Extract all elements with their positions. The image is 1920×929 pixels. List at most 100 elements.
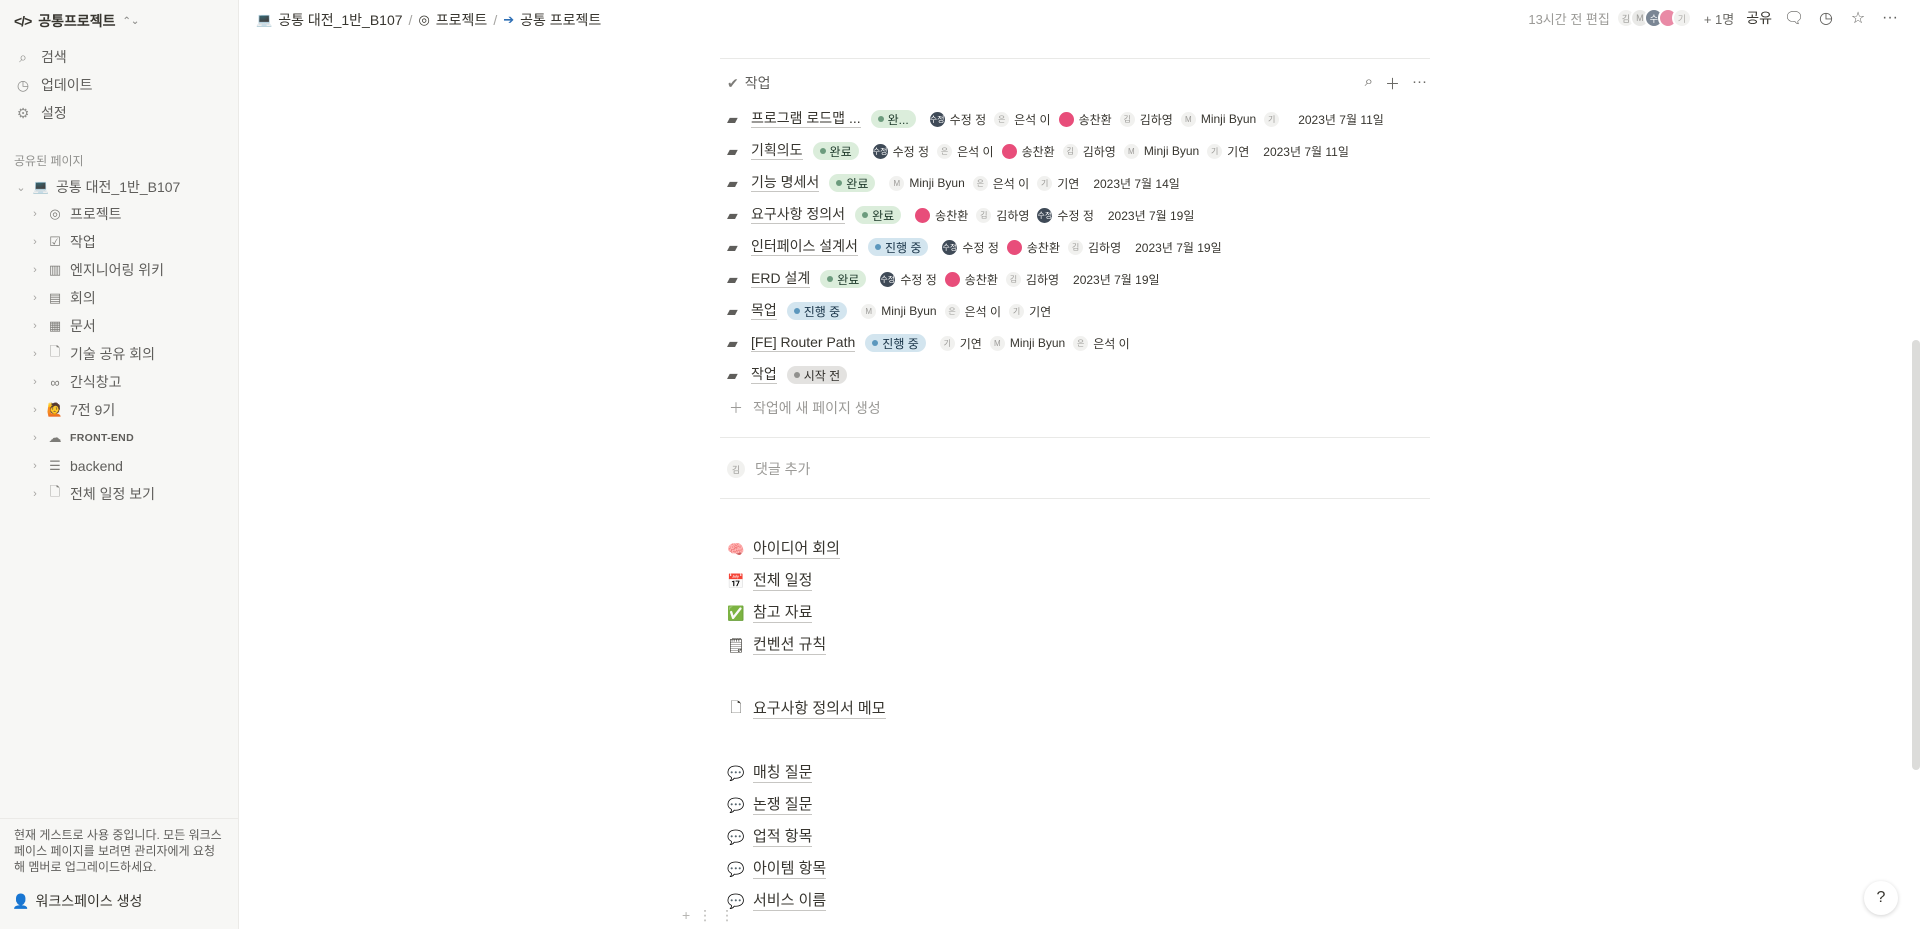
due-date: 2023년 7월 19일 [1107,208,1195,223]
linked-page[interactable]: 💬 업적 항목 [727,825,813,849]
nav-search[interactable]: ⌕ 검색 [15,46,67,68]
linked-page[interactable]: 📅 전체 일정 [727,569,813,593]
table-row[interactable]: ▰ 기능 명세서 완료 M Minji Byun 은 은석 이 기 기연 2023년 7월 14일 [727,171,1180,195]
assignee-name: Minji Byun [1009,336,1066,350]
history-icon[interactable]: ◷ [1816,8,1836,28]
chevron-right-icon[interactable]: › [28,320,42,332]
status-dot [827,276,834,282]
linked-page[interactable]: 🗋 요구사항 정의서 메모 [727,697,886,721]
due-date: 2023년 7월 19일 [1135,240,1222,255]
help-button[interactable]: ? [1864,881,1898,915]
sidebar-item-7-9[interactable]: › 🙋 7전 9기 [28,399,115,421]
chevron-down-icon[interactable]: ⌄ [14,181,28,194]
chevron-right-icon[interactable]: › [28,460,42,472]
drag-handle-icon[interactable]: +⋮⋮ [682,907,742,924]
linked-page[interactable]: 💬 매칭 질문 [727,761,813,785]
sidebar-footer: 현재 게스트로 사용 중입니다. 모든 워크스페이스 페이지를 보려면 관리자에… [0,818,239,929]
nav-settings[interactable]: ⚙ 설정 [15,102,67,124]
linked-page-title[interactable]: 아이템 항목 [753,860,827,879]
share-button[interactable]: 공유 [1746,8,1772,28]
linked-page-title[interactable]: 아이디어 회의 [753,540,840,559]
task-title[interactable]: 프로그램 로드맵 ... [751,110,861,128]
nav-updates[interactable]: ◷ 업데이트 [15,74,93,96]
linked-page-title[interactable]: 전체 일정 [753,572,813,591]
linked-page[interactable]: 💬 아이템 항목 [727,857,827,881]
linked-page-title[interactable]: 업적 항목 [753,828,813,847]
task-title[interactable]: ERD 설계 [751,270,811,288]
table-row[interactable]: ▰ 인터페이스 설계서 진행 중 수정 수정 정 송찬환 김 김하영 2023년 7월 19일 [727,235,1222,259]
table-row[interactable]: ▰ [FE] Router Path 진행 중 기 기연 M Minji Byun 은 은석 이 [727,331,1144,355]
search-icon[interactable]: ⌕ [1365,73,1373,94]
table-row[interactable]: ▰ 기획의도 완료 수정 수정 정 은 은석 이 송찬환 김 김하영 M Minji Byun 기 기연 2… [727,139,1349,163]
linked-page[interactable]: ✅ 참고 자료 [727,601,813,625]
chevron-right-icon[interactable]: › [28,404,42,416]
avatar: 김 [1005,271,1021,287]
linked-page[interactable]: 🗒 컨벤션 규칙 [727,633,827,657]
collaborator-avatars[interactable]: 김 M 수 기 [1615,8,1692,28]
linked-page-title[interactable]: 논쟁 질문 [753,796,813,815]
new-task-page-button[interactable]: ＋ 작업에 새 페이지 생성 [729,398,881,418]
sidebar-item-meeting[interactable]: › ▤ 회의 [28,287,96,309]
more-icon[interactable]: ··· [1412,73,1427,94]
comment-input[interactable]: 김 댓글 추가 [727,459,810,479]
speech-bubble-icon: 💬 [727,764,745,781]
clock-icon: ◷ [16,76,30,93]
table-row[interactable]: ▰ 목업 진행 중 M Minji Byun 은 은석 이 기 기연 [727,299,1065,323]
sidebar-item-frontend[interactable]: › ☁ FRONT-END [28,427,134,449]
sidebar-item-docs[interactable]: › ▦ 문서 [28,315,96,337]
linked-page-title[interactable]: 참고 자료 [753,604,813,623]
linked-page[interactable]: 🧠 아이디어 회의 [727,537,840,561]
linked-page[interactable]: 💬 논쟁 질문 [727,793,813,817]
linked-page-title[interactable]: 컨벤션 규칙 [753,636,827,655]
sidebar-item-schedule[interactable]: › 🗋 전체 일정 보기 [28,483,155,505]
linked-page-title[interactable]: 요구사항 정의서 메모 [753,700,886,719]
assignee-name: 김하영 [1025,272,1060,287]
plus-icon: ＋ [729,400,743,416]
table-row[interactable]: ▰ ERD 설계 완료 수정 수정 정 송찬환 김 김하영 2023년 7월 19일 [727,267,1160,291]
linked-page-title[interactable]: 매칭 질문 [753,764,813,783]
chevron-right-icon[interactable]: › [28,208,42,220]
chevron-right-icon[interactable]: › [28,236,42,248]
sidebar-item-snacks[interactable]: › ∞ 간식창고 [28,371,121,393]
status-badge: 시작 전 [786,366,848,384]
task-title[interactable]: 작업 [751,366,777,384]
chevron-right-icon[interactable]: › [28,292,42,304]
create-workspace-button[interactable]: 👤 워크스페이스 생성 [12,891,142,911]
chevron-right-icon[interactable]: › [28,376,42,388]
chevron-right-icon[interactable]: › [28,348,42,360]
sidebar-item-backend[interactable]: › ☰ backend [28,455,123,477]
more-collaborators[interactable]: + 1명 [1704,9,1734,28]
chevron-right-icon[interactable]: › [28,488,42,500]
task-title[interactable]: [FE] Router Path [751,334,856,352]
linked-page-title[interactable]: 서비스 이름 [753,892,827,911]
task-title[interactable]: 기능 명세서 [751,174,820,192]
assignee: 기 기연 [1009,303,1051,320]
workspace-switcher[interactable]: </> 공통프로젝트 ⌃⌄ [14,10,139,32]
add-icon[interactable]: ＋ [1385,73,1400,94]
tasks-db-title[interactable]: ✔ 작업 [727,73,771,93]
task-title[interactable]: 인터페이스 설계서 [751,238,858,256]
sidebar-item-tasks[interactable]: › ☑ 작업 [28,231,96,253]
table-row[interactable]: ▰ 요구사항 정의서 완료 송찬환 김 김하영 수정 수정 정 2023년 7월 19일 [727,203,1194,227]
breadcrumb-item[interactable]: 공통 대전_1반_B107 [278,10,402,30]
chevron-right-icon[interactable]: › [28,264,42,276]
more-icon[interactable]: ··· [1880,9,1900,27]
assignee: 김 김하영 [1068,239,1121,256]
star-icon[interactable]: ☆ [1848,8,1868,28]
scrollbar[interactable] [1912,340,1920,770]
sidebar-item-tech-share[interactable]: › 🗋 기술 공유 회의 [28,343,155,365]
chevron-right-icon[interactable]: › [28,432,42,444]
breadcrumb-item[interactable]: 프로젝트 [436,10,488,30]
sidebar-item-wiki[interactable]: › ▥ 엔지니어링 위키 [28,259,164,281]
comments-icon[interactable]: 🗨 [1784,8,1804,28]
sidebar-item-root[interactable]: ⌄ 💻 공통 대전_1반_B107 [14,176,180,198]
sidebar-item-project[interactable]: › ◎ 프로젝트 [28,203,121,225]
task-title[interactable]: 요구사항 정의서 [751,206,846,224]
db-actions: ⌕ ＋ ··· [1365,73,1427,94]
table-row[interactable]: ▰ 작업 시작 전 [727,363,867,387]
table-row[interactable]: ▰ 프로그램 로드맵 ... 완... 수정 수정 정 은 은석 이 송찬환 김 김하영 M Minj… [727,107,1384,131]
breadcrumb-item[interactable]: 공통 프로젝트 [520,10,601,30]
task-title[interactable]: 목업 [751,302,777,320]
status-label: 완료 [829,144,852,159]
task-title[interactable]: 기획의도 [751,142,803,160]
